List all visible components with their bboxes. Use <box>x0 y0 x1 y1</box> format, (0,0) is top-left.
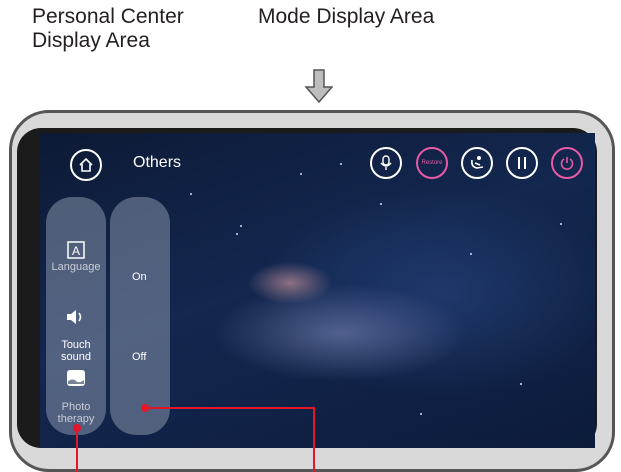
menu-item-label: Photo therapy <box>57 401 95 425</box>
mode-option-on[interactable]: On <box>132 271 147 283</box>
microphone-icon <box>380 155 392 170</box>
menu-item-photo-therapy[interactable]: Photo therapy <box>46 357 106 425</box>
language-icon: A <box>67 241 85 259</box>
microphone-button[interactable] <box>370 147 402 179</box>
star <box>340 163 342 165</box>
personal-center-caption: Personal Center Display Area <box>32 5 184 52</box>
star <box>236 233 238 235</box>
personal-center-leader <box>76 430 78 472</box>
mode-option-off[interactable]: Off <box>132 351 146 363</box>
home-button[interactable] <box>70 149 102 181</box>
star <box>380 203 382 205</box>
pause-button[interactable] <box>506 147 538 179</box>
svg-text:A: A <box>72 244 80 258</box>
down-arrow-icon <box>305 69 333 103</box>
massage-chair-button[interactable] <box>461 147 493 179</box>
star <box>240 225 242 227</box>
star <box>560 223 562 225</box>
pause-icon <box>518 157 526 169</box>
mode-display-panel: On Off <box>110 197 170 435</box>
mode-display-leader <box>146 407 314 409</box>
star <box>520 383 522 385</box>
personal-center-panel: A Language Touch sound Photo therapy <box>46 197 106 435</box>
mode-display-leader <box>313 407 315 472</box>
power-icon <box>560 157 574 170</box>
speaker-icon <box>67 310 82 324</box>
power-button[interactable] <box>551 147 583 179</box>
star <box>420 413 422 415</box>
massage-chair-icon <box>471 156 484 169</box>
menu-item-language[interactable]: A Language <box>46 241 106 273</box>
photo-therapy-icon <box>67 370 85 386</box>
star <box>300 173 302 175</box>
screen: Others Restore A Language Touch sound Ph… <box>40 133 595 448</box>
page-title: Others <box>133 154 182 171</box>
menu-item-label: Language <box>51 261 101 273</box>
star <box>470 253 472 255</box>
restore-label: Restore <box>421 160 443 166</box>
menu-item-touch-sound[interactable]: Touch sound <box>46 297 106 363</box>
star <box>190 193 192 195</box>
restore-button[interactable]: Restore <box>416 147 448 179</box>
mode-display-caption: Mode Display Area <box>258 5 435 28</box>
home-icon <box>79 157 93 172</box>
